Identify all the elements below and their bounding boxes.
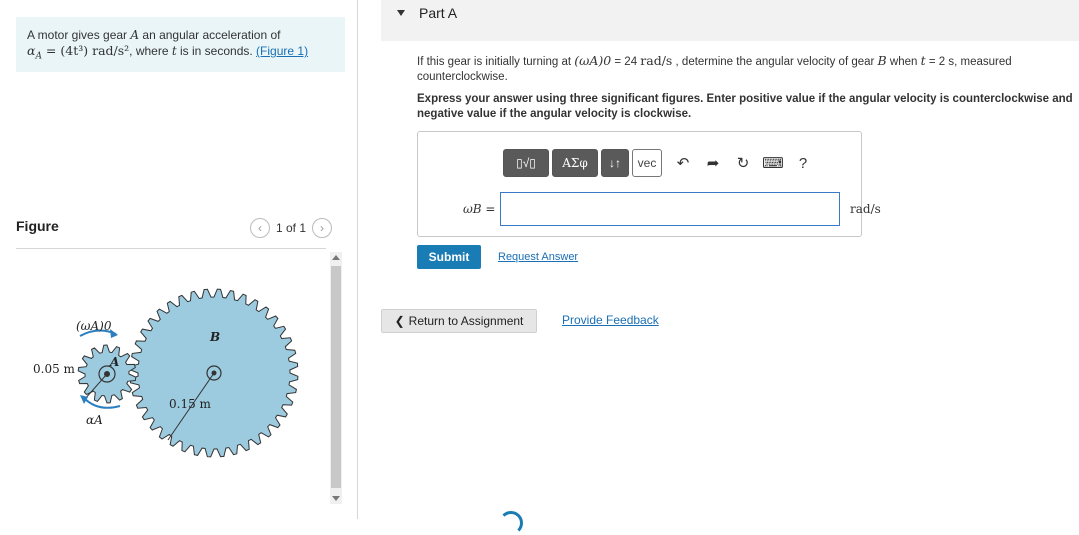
submit-button[interactable]: Submit: [417, 245, 481, 269]
q-text-4: when: [886, 56, 921, 68]
q-text-1: If this gear is initially turning at: [417, 56, 575, 68]
figure-link[interactable]: (Figure 1): [256, 44, 308, 58]
omega-label: (ωA)0: [76, 319, 112, 333]
alpha-arrow: [83, 397, 121, 409]
figure-scrollbar[interactable]: [330, 252, 342, 504]
redo-icon[interactable]: ➦: [701, 149, 725, 177]
answer-unit: rad/s: [850, 202, 881, 216]
q-text-3: , determine the angular velocity of gear: [672, 56, 878, 68]
right-pane: Part A If this gear is initially turning…: [381, 0, 1079, 535]
q-gear: B: [877, 53, 887, 68]
scroll-thumb[interactable]: [331, 266, 341, 488]
chevron-left-icon[interactable]: ‹: [250, 218, 270, 238]
figure-pager: ‹ 1 of 1 ›: [250, 218, 333, 238]
pager-text: 1 of 1: [276, 221, 307, 235]
answer-instructions: Express your answer using three signific…: [417, 93, 1073, 120]
gear-figure: (ωA)0 A B 0.05 m 0.15 m αA: [33, 288, 299, 458]
gear-b-label: B: [209, 330, 220, 344]
problem-text-4: is in seconds.: [176, 44, 257, 58]
keyboard-icon[interactable]: ⌨: [761, 149, 785, 177]
left-pane: A motor gives gear A an angular accelera…: [0, 0, 358, 519]
radius-b-label: 0.15 m: [169, 397, 212, 411]
return-to-assignment-button[interactable]: ❮ Return to Assignment: [381, 309, 537, 333]
q-omega: (ωA)0: [574, 53, 612, 68]
alpha-expression: = (4t³) rad/s²: [41, 43, 130, 58]
question-text: If this gear is initially turning at (ωA…: [417, 53, 1057, 85]
problem-text-1: A motor gives gear: [27, 28, 131, 42]
greek-button[interactable]: ΑΣφ: [552, 149, 598, 177]
q-units: rad/s: [640, 53, 673, 68]
help-button[interactable]: ?: [791, 149, 815, 177]
problem-statement: A motor gives gear A an angular accelera…: [16, 17, 345, 72]
vec-button[interactable]: vec: [632, 149, 662, 177]
provide-feedback-link[interactable]: Provide Feedback: [562, 313, 659, 327]
answer-input[interactable]: [500, 192, 840, 226]
part-header[interactable]: Part A: [381, 0, 1079, 41]
figure-title: Figure: [16, 218, 59, 234]
part-title[interactable]: Part A: [419, 5, 457, 21]
gear-a-var: A: [130, 28, 140, 42]
loading-icon: [499, 511, 523, 535]
q-text-2: = 24: [611, 56, 641, 68]
caret-down-icon[interactable]: [397, 10, 405, 16]
scroll-up-icon[interactable]: [332, 255, 340, 260]
scroll-down-icon[interactable]: [332, 496, 340, 501]
template-button[interactable]: ▯√▯: [503, 149, 549, 177]
alpha-label: αA: [86, 413, 103, 427]
request-answer-link[interactable]: Request Answer: [498, 251, 578, 263]
math-toolbar: ▯√▯ ΑΣφ ↓↑ vec ↶ ➦ ↻ ⌨ ?: [503, 148, 815, 178]
problem-text-3: , where: [129, 44, 172, 58]
arrows-button[interactable]: ↓↑: [601, 149, 629, 177]
radius-a-label: 0.05 m: [33, 362, 76, 376]
gear-a-label: A: [109, 355, 119, 369]
answer-box: ▯√▯ ΑΣφ ↓↑ vec ↶ ➦ ↻ ⌨ ? ωB = rad/s: [417, 131, 881, 237]
return-label: Return to Assignment: [408, 314, 524, 328]
answer-label: ωB =: [463, 202, 496, 216]
problem-text-2: an angular acceleration of: [139, 28, 281, 42]
chevron-left-icon: ❮: [394, 314, 405, 328]
reset-icon[interactable]: ↻: [731, 149, 755, 177]
figure-divider: [16, 248, 326, 249]
chevron-right-icon[interactable]: ›: [312, 218, 333, 238]
undo-icon[interactable]: ↶: [671, 149, 695, 177]
